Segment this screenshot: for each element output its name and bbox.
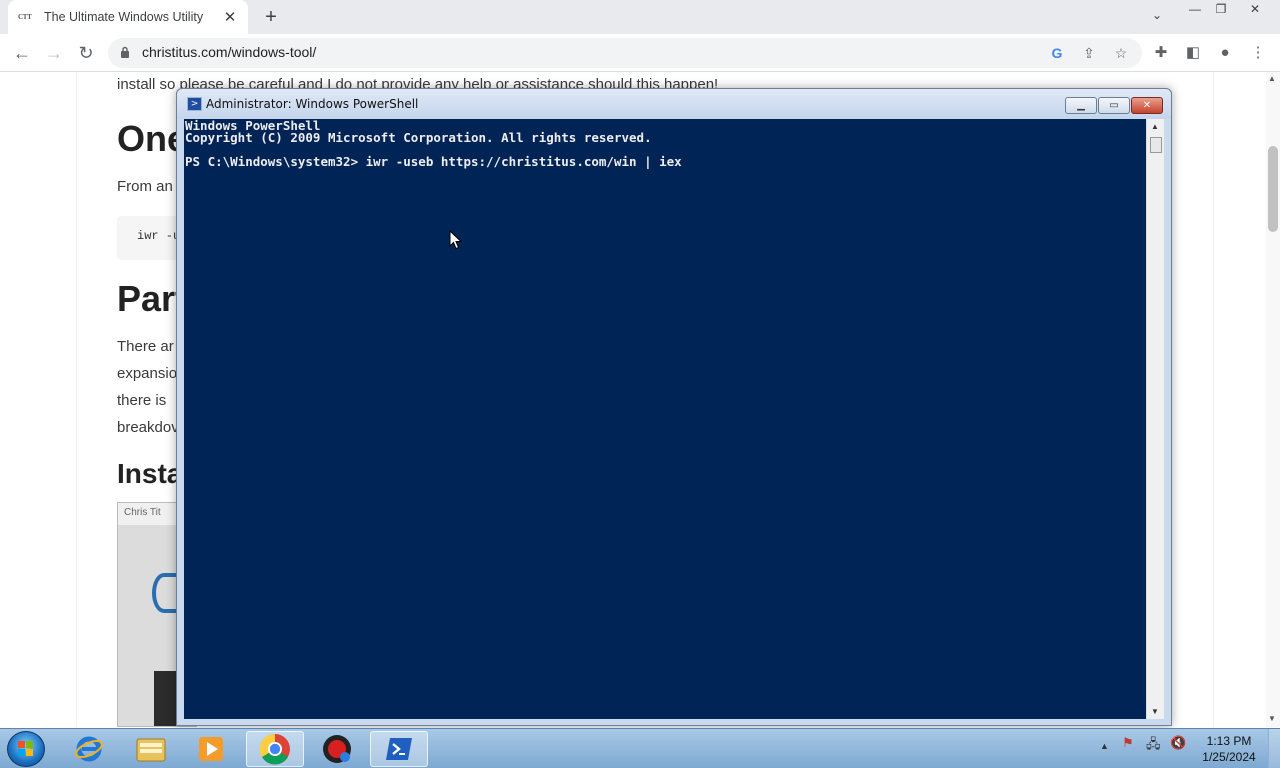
new-tab-button[interactable]: + bbox=[260, 6, 282, 28]
browser-minimize-button[interactable]: — bbox=[1182, 1, 1208, 17]
clock-date: 1/25/2024 bbox=[1202, 750, 1256, 764]
scroll-down-arrow-icon[interactable]: ▼ bbox=[1268, 714, 1276, 723]
page-scrollbar[interactable]: ▲ ▼ bbox=[1266, 72, 1280, 727]
ctt-logo-icon bbox=[152, 573, 176, 613]
network-icon[interactable]: 🖧 bbox=[1146, 735, 1161, 757]
bookmark-star-icon[interactable]: ☆ bbox=[1112, 44, 1130, 62]
paragraph-line: there is bbox=[117, 392, 167, 409]
volume-muted-icon[interactable]: 🔇 bbox=[1170, 735, 1186, 751]
heading-install: Insta bbox=[117, 458, 183, 489]
forward-arrow-icon[interactable]: → bbox=[43, 42, 65, 64]
ps-maximize-button[interactable]: ▭ bbox=[1098, 97, 1130, 114]
powershell-window-title: Administrator: Windows PowerShell bbox=[206, 97, 419, 111]
paragraph-text: From an bbox=[117, 178, 173, 195]
windows-flag-icon bbox=[18, 741, 33, 756]
tab-title: The Ultimate Windows Utility bbox=[44, 10, 204, 24]
paragraph-line: expansio bbox=[117, 365, 178, 382]
ps-scroll-thumb[interactable] bbox=[1150, 137, 1162, 153]
back-arrow-icon[interactable]: ← bbox=[11, 42, 33, 64]
address-bar[interactable]: christitus.com/windows-tool/ G ⇪ ☆ bbox=[108, 38, 1142, 68]
start-button[interactable] bbox=[7, 731, 45, 767]
chrome-menu-icon[interactable]: ⋮ bbox=[1247, 42, 1269, 64]
powershell-taskbar-icon[interactable] bbox=[370, 731, 428, 767]
file-explorer-icon[interactable] bbox=[122, 731, 180, 767]
chrome-taskbar-icon[interactable] bbox=[246, 731, 304, 767]
lock-icon bbox=[121, 46, 129, 58]
screen: CTT The Ultimate Windows Utility ✕ + ⌄ —… bbox=[0, 0, 1280, 768]
ps-scroll-up-icon[interactable]: ▲ bbox=[1151, 122, 1159, 131]
media-player-icon[interactable] bbox=[182, 731, 240, 767]
console-line: Copyright (C) 2009 Microsoft Corporation… bbox=[185, 130, 652, 145]
reload-icon[interactable]: ↻ bbox=[75, 42, 97, 64]
browser-toolbar: ← → ↻ christitus.com/windows-tool/ G ⇪ ☆… bbox=[0, 34, 1280, 72]
screen-recorder-icon[interactable] bbox=[308, 731, 366, 767]
tab-close-icon[interactable]: ✕ bbox=[222, 8, 238, 26]
taskbar: ▲ ⚑ 🖧 🔇 1:13 PM 1/25/2024 bbox=[0, 728, 1280, 768]
browser-restore-button[interactable]: ❐ bbox=[1208, 1, 1234, 17]
ps-scroll-down-icon[interactable]: ▼ bbox=[1151, 707, 1159, 716]
internet-explorer-icon[interactable] bbox=[60, 731, 118, 767]
url-text: christitus.com/windows-tool/ bbox=[142, 44, 317, 60]
paragraph-line: breakdov bbox=[117, 419, 179, 436]
browser-tab[interactable]: CTT The Ultimate Windows Utility ✕ bbox=[8, 0, 248, 34]
scroll-up-arrow-icon[interactable]: ▲ bbox=[1268, 74, 1276, 83]
paragraph-line: There ar bbox=[117, 338, 174, 355]
action-center-flag-icon[interactable]: ⚑ bbox=[1122, 735, 1134, 751]
site-favicon-icon: CTT bbox=[18, 13, 32, 21]
clock-time: 1:13 PM bbox=[1206, 734, 1252, 748]
system-clock[interactable]: 1:13 PM 1/25/2024 bbox=[1196, 733, 1262, 765]
profile-avatar-icon[interactable]: ● bbox=[1214, 42, 1236, 64]
show-desktop-button[interactable] bbox=[1268, 729, 1280, 768]
powershell-title-bar[interactable]: > Administrator: Windows PowerShell ▁ ▭ … bbox=[177, 89, 1171, 119]
scrollbar-thumb[interactable] bbox=[1268, 146, 1278, 232]
browser-close-button[interactable]: ✕ bbox=[1242, 1, 1268, 17]
mouse-cursor-icon bbox=[449, 230, 463, 250]
share-icon[interactable]: ⇪ bbox=[1080, 44, 1098, 62]
ps-scrollbar[interactable]: ▲ ▼ bbox=[1146, 119, 1164, 719]
console-prompt-line: PS C:\Windows\system32> iwr -useb https:… bbox=[185, 154, 682, 169]
ps-minimize-button[interactable]: ▁ bbox=[1065, 97, 1097, 114]
powershell-console[interactable]: Windows PowerShell Copyright (C) 2009 Mi… bbox=[184, 119, 1146, 719]
powershell-window[interactable]: > Administrator: Windows PowerShell ▁ ▭ … bbox=[176, 88, 1172, 726]
ps-close-button[interactable]: ✕ bbox=[1131, 97, 1163, 114]
show-hidden-icons-arrow-icon[interactable]: ▲ bbox=[1100, 741, 1109, 751]
browser-tab-strip: CTT The Ultimate Windows Utility ✕ + ⌄ —… bbox=[0, 0, 1280, 34]
extensions-puzzle-icon[interactable]: ✚ bbox=[1150, 42, 1172, 64]
powershell-icon: > bbox=[187, 97, 202, 111]
google-lens-icon[interactable]: G bbox=[1048, 44, 1066, 62]
tab-search-chevron-icon[interactable]: ⌄ bbox=[1152, 8, 1162, 22]
side-panel-icon[interactable]: ◧ bbox=[1182, 42, 1204, 64]
